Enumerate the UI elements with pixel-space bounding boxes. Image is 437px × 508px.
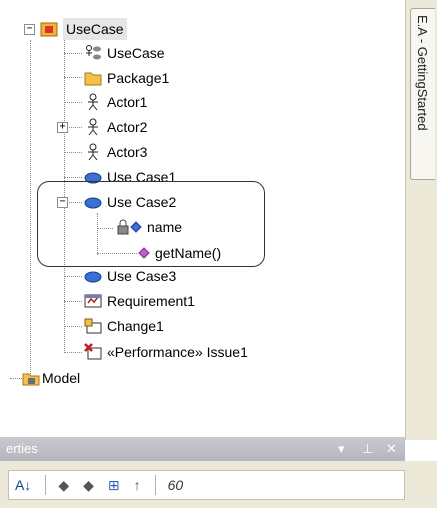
actor2-expand-toggle[interactable]: + [57, 122, 68, 133]
project-browser-tree: − + − UseCase UseCase Package1 Actor1 Ac… [0, 0, 405, 425]
tree-item-usecase3[interactable]: Use Case3 [84, 265, 176, 287]
tree-item-package1[interactable]: Package1 [84, 67, 169, 89]
tree-item-requirement1[interactable]: Requirement1 [84, 290, 195, 312]
tree-item-label: Model [42, 370, 81, 386]
tree-item-actor3[interactable]: Actor3 [84, 141, 147, 163]
tree-item-label: UseCase [107, 45, 165, 61]
close-icon[interactable]: ✕ [386, 437, 397, 461]
tree-item-label: «Performance» Issue1 [107, 344, 248, 360]
tree-item-change1[interactable]: Change1 [84, 315, 164, 337]
tree-item-model[interactable]: Model [22, 367, 80, 389]
toolbar-separator [154, 475, 156, 495]
tree-item-actor1[interactable]: Actor1 [84, 91, 147, 113]
properties-toolbar: A↓ ◆ ◆ ⊞ ↑ 60 [8, 470, 405, 500]
tree-item-issue1[interactable]: «Performance» Issue1 [84, 341, 248, 363]
tree-item-actor2[interactable]: Actor2 [84, 116, 147, 138]
property-pages-icon[interactable]: ⊞ [108, 475, 120, 495]
glasses-icon[interactable]: 60 [168, 475, 184, 495]
diamond-icon[interactable]: ◆ [58, 475, 69, 495]
change-icon [84, 317, 102, 335]
root-collapse-toggle[interactable]: − [24, 24, 35, 35]
sort-alphabetical-icon[interactable]: A↓ [15, 475, 31, 495]
model-package-icon [22, 369, 40, 387]
actor-icon [84, 118, 102, 136]
usecase-diagram-icon [84, 44, 102, 62]
tree-item-label: Actor3 [107, 144, 148, 160]
dropdown-icon[interactable]: ▾ [338, 437, 345, 461]
highlight-callout-box [37, 181, 265, 267]
tree-item-label: UseCase [63, 18, 127, 40]
tree-item-label: Actor2 [107, 119, 148, 135]
side-tab-label: E.A - GettingStarted [415, 15, 430, 131]
toolbar-separator [45, 475, 47, 495]
package-diagram-icon [40, 20, 58, 38]
diamond-icon[interactable]: ◆ [83, 475, 94, 495]
actor-icon [84, 143, 102, 161]
up-arrow-icon[interactable]: ↑ [134, 475, 141, 495]
tree-item-label: Use Case3 [107, 268, 177, 284]
properties-panel-title: erties [6, 441, 38, 456]
tree-connector-root [30, 40, 31, 378]
tree-item-usecase-package[interactable]: UseCase [40, 18, 127, 40]
actor-icon [84, 93, 102, 111]
issue-icon [84, 343, 102, 361]
properties-panel-header: erties ▾ ⊥ ✕ [0, 437, 405, 461]
tree-item-label: Actor1 [107, 94, 148, 110]
tree-item-label: Change1 [107, 318, 164, 334]
folder-icon [84, 69, 102, 87]
requirement-icon [84, 292, 102, 310]
tree-item-label: Requirement1 [107, 293, 195, 309]
tree-item-label: Package1 [107, 70, 170, 86]
tab-getting-started[interactable]: E.A - GettingStarted [410, 8, 435, 180]
usecase-ellipse-icon [84, 267, 102, 285]
pin-icon[interactable]: ⊥ [362, 437, 373, 461]
tree-item-usecase-diagram[interactable]: UseCase [84, 42, 165, 64]
